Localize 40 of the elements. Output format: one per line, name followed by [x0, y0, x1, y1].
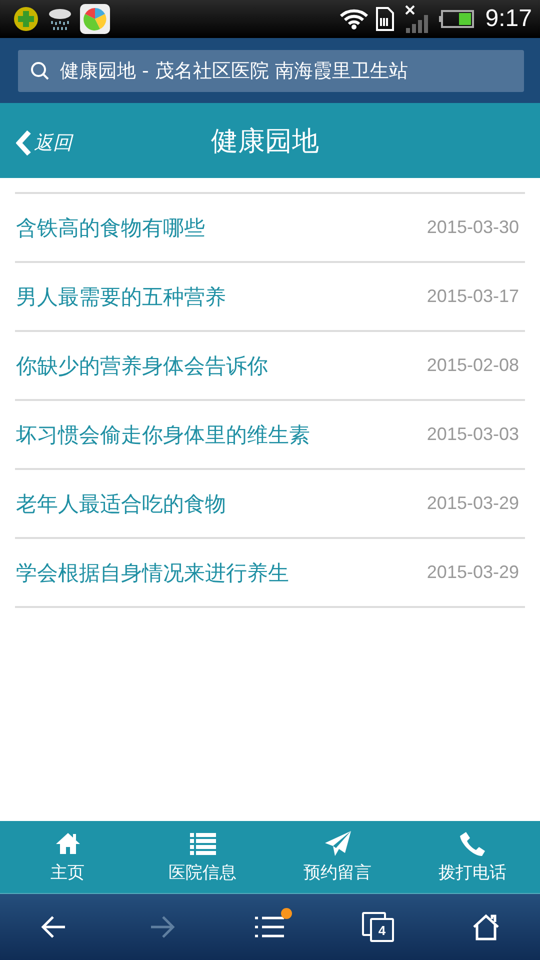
- article-date: 2015-03-03: [426, 424, 519, 445]
- nav-button[interactable]: 医院信息: [135, 821, 270, 893]
- house-outline-icon: [471, 913, 501, 941]
- back-link[interactable]: 返回: [16, 130, 72, 156]
- article-date: 2015-03-29: [426, 493, 519, 514]
- app-icon: [80, 4, 110, 34]
- article-date: 2015-03-17: [426, 286, 519, 307]
- article-row[interactable]: 男人最需要的五种营养 2015-03-17: [15, 263, 525, 332]
- article-row[interactable]: 老年人最适合吃的食物 2015-03-29: [15, 470, 525, 539]
- article-row[interactable]: 你缺少的营养身体会告诉你 2015-02-08: [15, 332, 525, 401]
- nav-button[interactable]: 主页: [0, 821, 135, 893]
- phone-icon: [458, 830, 486, 858]
- nav-button[interactable]: 预约留言: [270, 821, 405, 893]
- arrow-right-icon: [149, 914, 175, 940]
- article-row[interactable]: 坏习惯会偷走你身体里的维生素 2015-03-03: [15, 401, 525, 470]
- article-row[interactable]: 含铁高的食物有哪些 2015-03-30: [15, 194, 525, 263]
- article-title: 你缺少的营养身体会告诉你: [16, 352, 268, 380]
- article-date: 2015-03-30: [426, 217, 519, 238]
- paper-plane-icon: [324, 830, 352, 858]
- article-title: 坏习惯会偷走你身体里的维生素: [16, 422, 310, 448]
- chevron-left-icon: [16, 130, 32, 156]
- menu-icon: [254, 915, 286, 939]
- wifi-icon: [339, 8, 370, 30]
- article-date: 2015-02-08: [426, 355, 519, 376]
- clock-time: 9:17: [485, 5, 532, 33]
- article-date: 2015-03-29: [426, 562, 519, 583]
- page-title: 健康园地: [211, 124, 319, 158]
- list-icon: [188, 830, 216, 858]
- article-title: 男人最需要的五种营养: [16, 284, 226, 310]
- tabs-button[interactable]: 4: [348, 902, 408, 952]
- nav-button[interactable]: 拨打电话: [405, 821, 540, 893]
- search-icon: [30, 60, 50, 80]
- address-field[interactable]: 健康园地 - 茂名社区医院 南海霞里卫生站: [18, 50, 524, 92]
- plus-icon: [12, 5, 40, 33]
- battery-icon: [439, 9, 476, 29]
- article-title: 学会根据自身情况来进行养生: [16, 560, 289, 586]
- article-row[interactable]: 学会根据自身情况来进行养生 2015-03-29: [15, 539, 525, 608]
- arrow-left-icon: [41, 914, 67, 940]
- article-title: 含铁高的食物有哪些: [16, 214, 205, 242]
- article-title: 老年人最适合吃的食物: [16, 490, 226, 518]
